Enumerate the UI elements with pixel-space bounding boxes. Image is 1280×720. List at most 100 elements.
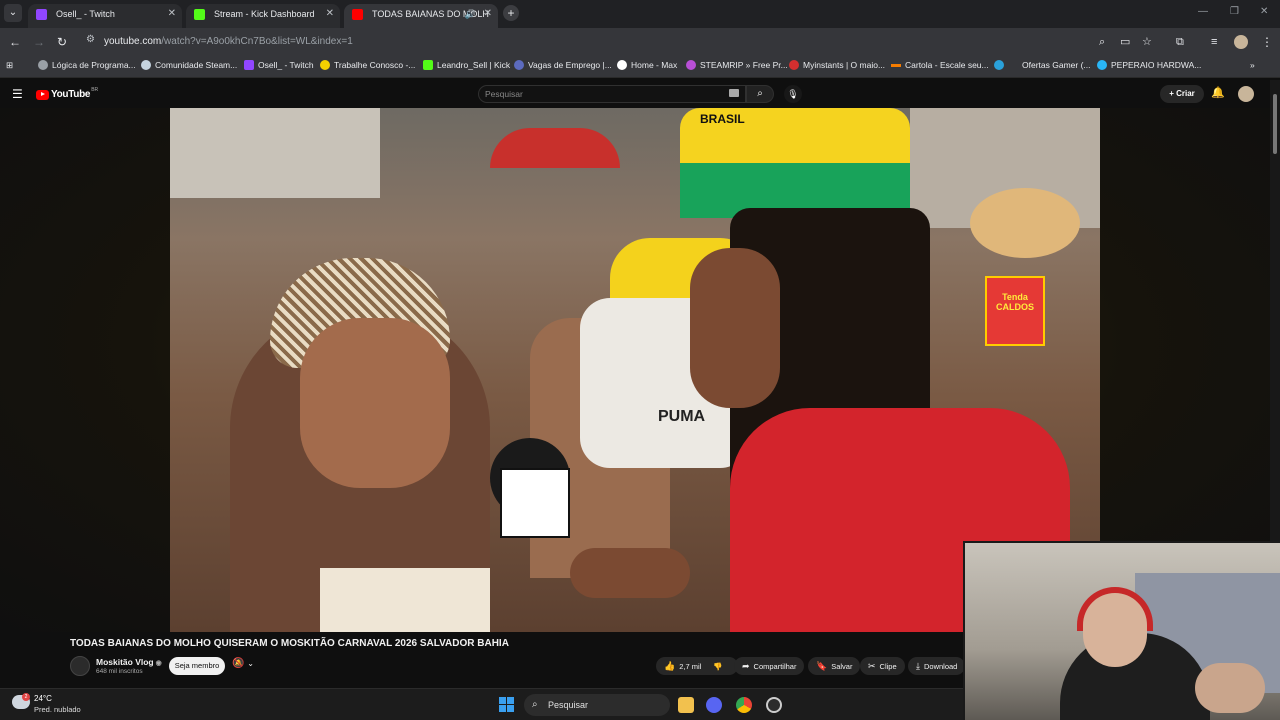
- background-building: [170, 108, 380, 198]
- bookmark-icon: [891, 64, 901, 67]
- address-bar[interactable]: ⚙ youtube.com/watch?v=A9o0khCn7Bo&list=W…: [80, 31, 1120, 53]
- windows-logo-tile: [507, 697, 514, 704]
- menu-dots-icon[interactable]: ⋮: [1261, 34, 1273, 50]
- account-avatar[interactable]: [1238, 86, 1254, 102]
- more-bookmarks-icon[interactable]: »: [1250, 60, 1255, 70]
- file-explorer-icon[interactable]: [678, 697, 694, 713]
- kick-icon: [423, 60, 433, 70]
- browser-tab-strip: ⌄ Osell_ - Twitch ✕ Stream - Kick Dashbo…: [0, 0, 1280, 28]
- notifications-bell-icon[interactable]: 🔔: [1211, 86, 1225, 99]
- tab-kick[interactable]: Stream - Kick Dashboard ✕: [186, 4, 340, 28]
- windows-logo-tile: [507, 705, 514, 712]
- country-code: BR: [91, 86, 99, 93]
- audio-playing-icon[interactable]: 🔊: [465, 4, 476, 24]
- taskbar-search[interactable]: ⌕ Pesquisar: [524, 694, 670, 716]
- obs-icon[interactable]: [766, 697, 782, 713]
- twitch-icon: [244, 60, 254, 70]
- download-icon: ⤓: [916, 661, 920, 671]
- telegram-icon: [1097, 60, 1107, 70]
- tab-search-icon[interactable]: ⌄: [4, 4, 22, 22]
- bookmark-item[interactable]: Comunidade Steam...: [141, 60, 237, 70]
- close-tab-icon[interactable]: ✕: [326, 4, 334, 24]
- search-input[interactable]: Pesquisar: [478, 85, 746, 103]
- youtube-logo[interactable]: YouTube BR: [36, 86, 99, 101]
- hamburger-menu-icon[interactable]: ☰: [12, 87, 23, 101]
- webcam-streamer-hand: [1195, 663, 1265, 713]
- apps-grid-icon[interactable]: ⊞: [6, 60, 13, 71]
- weather-description: Pred. nublado: [34, 705, 81, 714]
- chevron-down-icon: ⌄: [247, 659, 254, 668]
- cast-icon[interactable]: ▭: [1120, 34, 1130, 50]
- tab-title: Stream - Kick Dashboard: [214, 9, 315, 19]
- video-player[interactable]: Tenda CALDOS PUMA BRASIL: [170, 108, 1100, 632]
- tab-youtube[interactable]: TODAS BAIANAS DO MOLH 🔊 ✕: [344, 4, 498, 28]
- windows-start-button[interactable]: [499, 697, 515, 713]
- forward-icon[interactable]: →: [33, 34, 45, 50]
- voice-search-button[interactable]: 🎙: [784, 85, 802, 103]
- close-tab-icon[interactable]: ✕: [484, 4, 492, 24]
- interviewee-face: [300, 318, 450, 488]
- mic-flag-logo: [500, 468, 570, 538]
- create-label: Criar: [1176, 89, 1195, 98]
- brasil-cap: BRASIL: [680, 108, 910, 218]
- bookmark-item[interactable]: Cartola - Escale seu...: [891, 60, 989, 70]
- bookmark-item[interactable]: Home - Max: [617, 60, 677, 70]
- reading-list-icon[interactable]: ≡: [1211, 34, 1217, 50]
- bookmark-icon: [38, 60, 48, 70]
- extensions-icon[interactable]: ⧉: [1176, 34, 1184, 50]
- tab-twitch[interactable]: Osell_ - Twitch ✕: [28, 4, 182, 28]
- notification-settings-button[interactable]: 🔕 ⌄: [232, 658, 254, 669]
- minimize-icon[interactable]: —: [1198, 6, 1208, 17]
- reload-icon[interactable]: ↻: [57, 34, 67, 50]
- telegram-icon: [994, 60, 1004, 70]
- channel-name[interactable]: Moskitão Vlog ◉: [96, 657, 162, 667]
- search-button[interactable]: ⌕: [746, 85, 774, 103]
- weather-temperature: 24°C: [34, 694, 52, 703]
- bookmark-star-icon[interactable]: ☆: [1142, 34, 1152, 50]
- thumbs-up-icon: 👍: [664, 661, 676, 671]
- bookmark-item[interactable]: Lógica de Programa...: [38, 60, 136, 70]
- verified-icon: ◉: [155, 660, 162, 667]
- save-button[interactable]: 🔖 Salvar: [808, 657, 861, 675]
- bookmark-item[interactable]: Leandro_Sell | Kick: [423, 60, 510, 70]
- like-dislike-group: 👍 2,7 mil 👎: [656, 657, 738, 675]
- like-button[interactable]: 👍 2,7 mil: [664, 661, 701, 671]
- bookmark-item[interactable]: STEAMRIP » Free Pr...: [686, 60, 788, 70]
- chrome-icon[interactable]: [736, 697, 752, 713]
- profile-avatar[interactable]: [1234, 35, 1248, 49]
- bookmarks-bar: ⊞ Lógica de Programa... Comunidade Steam…: [0, 56, 1280, 78]
- channel-avatar[interactable]: [70, 656, 90, 676]
- keyboard-icon[interactable]: [729, 89, 739, 97]
- thumbs-down-icon: 👎: [713, 662, 723, 671]
- restore-icon[interactable]: ❐: [1230, 6, 1239, 17]
- site-info-icon[interactable]: ⚙: [86, 34, 95, 45]
- scrollbar-thumb[interactable]: [1273, 94, 1277, 154]
- bookmark-icon: [514, 60, 524, 70]
- share-icon: ➦: [742, 661, 750, 671]
- streamer-webcam: [963, 541, 1280, 720]
- background-umbrella: [490, 128, 620, 168]
- new-tab-button[interactable]: +: [503, 5, 519, 21]
- close-window-icon[interactable]: ✕: [1260, 6, 1268, 17]
- download-button[interactable]: ⤓ Download: [908, 657, 966, 675]
- plus-icon: +: [1169, 89, 1174, 98]
- share-button[interactable]: ➦ Compartilhar: [734, 657, 805, 675]
- bookmark-item[interactable]: PEPERAIO HARDWA...: [1097, 60, 1201, 70]
- bookmark-item[interactable]: Ofertas Gamer (...: [994, 60, 1091, 70]
- back-icon[interactable]: ←: [9, 34, 21, 50]
- bookmark-item[interactable]: Myinstants | O maio...: [789, 60, 885, 70]
- dislike-button[interactable]: 👎: [713, 662, 722, 671]
- close-tab-icon[interactable]: ✕: [168, 4, 176, 24]
- max-icon: [617, 60, 627, 70]
- video-title: TODAS BAIANAS DO MOLHO QUISERAM O MOSKIT…: [70, 638, 509, 649]
- clip-button[interactable]: ✂ Clipe: [860, 657, 905, 675]
- discord-icon[interactable]: [706, 697, 722, 713]
- scissors-icon: ✂: [868, 661, 876, 671]
- twitch-favicon-icon: [36, 9, 47, 20]
- join-button[interactable]: Seja membro: [169, 657, 225, 675]
- tab-title: Osell_ - Twitch: [56, 9, 115, 19]
- create-button[interactable]: + Criar: [1160, 85, 1204, 103]
- bookmark-item[interactable]: Osell_ - Twitch: [244, 60, 314, 70]
- bookmark-item[interactable]: Trabalhe Conosco -...: [320, 60, 415, 70]
- bookmark-item[interactable]: Vagas de Emprego |...: [514, 60, 612, 70]
